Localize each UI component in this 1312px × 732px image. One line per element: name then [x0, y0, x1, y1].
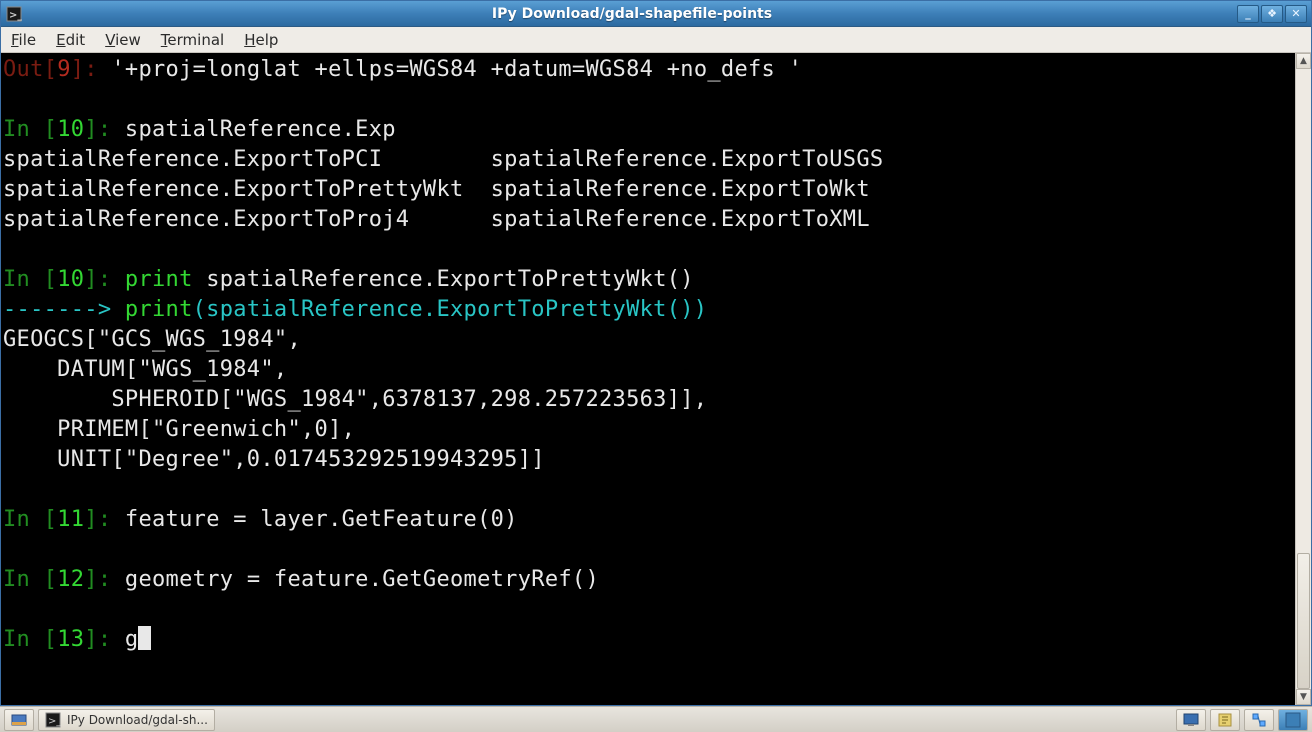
- network-icon: [1251, 712, 1267, 728]
- in-prompt-suffix: ]:: [84, 117, 111, 142]
- tray-item-3[interactable]: [1244, 709, 1274, 731]
- window-controls: _ ❖ ✕: [1237, 5, 1311, 23]
- monitor-icon: [1183, 712, 1199, 728]
- out-prompt-suffix: ]:: [71, 57, 98, 82]
- in-prompt: In [: [3, 507, 57, 532]
- in-body-current: g: [111, 627, 138, 652]
- scroll-thumb[interactable]: [1297, 553, 1310, 689]
- in-prompt: In [: [3, 627, 57, 652]
- maximize-button[interactable]: ❖: [1261, 5, 1283, 23]
- menu-view[interactable]: View: [101, 29, 145, 51]
- in-prompt-num: 10: [57, 117, 84, 142]
- out-prompt: Out[: [3, 57, 57, 82]
- cursor: [138, 626, 151, 650]
- tray-item-4[interactable]: [1278, 709, 1308, 731]
- in-prompt-suffix: ]:: [84, 567, 111, 592]
- scroll-track[interactable]: [1296, 69, 1311, 689]
- desktop-icon: [11, 712, 27, 728]
- in-prompt-num: 13: [57, 627, 84, 652]
- completion-line: spatialReference.ExportToProj4 spatialRe…: [3, 207, 870, 232]
- svg-text:>_: >_: [9, 10, 22, 21]
- in-prompt-suffix: ]:: [84, 627, 111, 652]
- in-prompt-suffix: ]:: [84, 507, 111, 532]
- in-prompt-num: 12: [57, 567, 84, 592]
- output-line: UNIT["Degree",0.017453292519943295]]: [3, 447, 545, 472]
- out-value: '+proj=longlat +ellps=WGS84 +datum=WGS84…: [98, 57, 802, 82]
- keyword-print: print: [125, 267, 193, 292]
- title-bar[interactable]: >_ IPy Download/gdal-shapefile-points _ …: [1, 1, 1311, 27]
- in-prompt: In [: [3, 117, 57, 142]
- taskbar: >_ IPy Download/gdal-sh...: [0, 706, 1312, 732]
- output-line: SPHEROID["WGS_1984",6378137,298.25722356…: [3, 387, 707, 412]
- terminal[interactable]: Out[9]: '+proj=longlat +ellps=WGS84 +dat…: [1, 53, 1295, 705]
- scroll-down-button[interactable]: ▼: [1296, 689, 1311, 705]
- completion-line: spatialReference.ExportToPrettyWkt spati…: [3, 177, 870, 202]
- taskbar-task-ipy[interactable]: >_ IPy Download/gdal-sh...: [38, 709, 215, 731]
- show-desktop-button[interactable]: [4, 709, 34, 731]
- in-prompt-suffix: ]:: [84, 267, 111, 292]
- panel-icon: [1285, 712, 1301, 728]
- in-body: spatialReference.Exp: [111, 117, 395, 142]
- output-line: PRIMEM["Greenwich",0],: [3, 417, 355, 442]
- menu-help[interactable]: Help: [240, 29, 282, 51]
- scrollbar[interactable]: ▲ ▼: [1295, 53, 1311, 705]
- in-prompt-num: 11: [57, 507, 84, 532]
- scroll-up-button[interactable]: ▲: [1296, 53, 1311, 69]
- menu-terminal[interactable]: Terminal: [157, 29, 228, 51]
- terminal-area: Out[9]: '+proj=longlat +ellps=WGS84 +dat…: [1, 53, 1311, 705]
- in-prompt: In [: [3, 267, 57, 292]
- terminal-window: >_ IPy Download/gdal-shapefile-points _ …: [0, 0, 1312, 706]
- in-body: feature = layer.GetFeature(0): [111, 507, 517, 532]
- window-title: IPy Download/gdal-shapefile-points: [27, 6, 1237, 22]
- svg-text:>_: >_: [48, 716, 61, 727]
- completion-line: spatialReference.ExportToPCI spatialRefe…: [3, 147, 883, 172]
- tray-item-2[interactable]: [1210, 709, 1240, 731]
- autocall-arrow: ------->: [3, 297, 125, 322]
- menu-edit[interactable]: Edit: [52, 29, 89, 51]
- note-icon: [1217, 712, 1233, 728]
- out-prompt-num: 9: [57, 57, 71, 82]
- close-button[interactable]: ✕: [1285, 5, 1307, 23]
- tray-item-1[interactable]: [1176, 709, 1206, 731]
- menu-bar: File Edit View Terminal Help: [1, 27, 1311, 53]
- output-line: DATUM["WGS_1984",: [3, 357, 287, 382]
- output-line: GEOGCS["GCS_WGS_1984",: [3, 327, 301, 352]
- taskbar-task-label: IPy Download/gdal-sh...: [67, 713, 208, 727]
- terminal-icon: >_: [45, 712, 61, 728]
- menu-file[interactable]: File: [7, 29, 40, 51]
- minimize-button[interactable]: _: [1237, 5, 1259, 23]
- in-prompt: In [: [3, 567, 57, 592]
- in-prompt-num: 10: [57, 267, 84, 292]
- keyword-print: print: [125, 297, 193, 322]
- in-body: geometry = feature.GetGeometryRef(): [111, 567, 599, 592]
- app-icon: >_: [1, 6, 27, 22]
